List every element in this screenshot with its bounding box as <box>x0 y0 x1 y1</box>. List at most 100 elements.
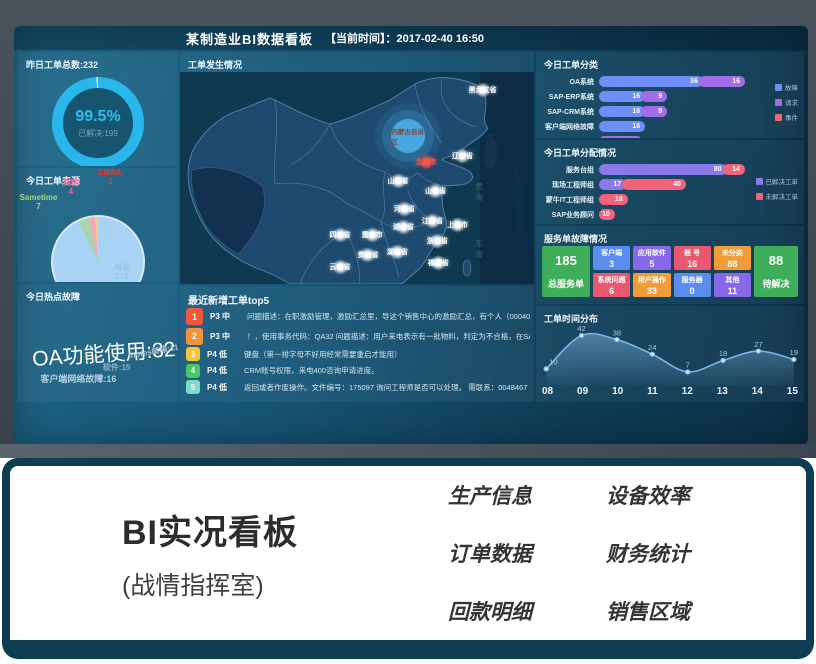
bar-track: 10 <box>599 209 615 220</box>
top5-row: 5P4 低返回或者作废操作。文件编号：175097 询问工程师是否可以处理。 需… <box>186 380 530 394</box>
legend-item: 请求 <box>775 97 798 107</box>
bar-row: 服务台组8014 <box>536 163 804 176</box>
bar-row: 客户端网络故障16 <box>536 120 804 133</box>
top5-description: 键盘（第一排字母不好用经常需要重启才能用） <box>244 349 402 360</box>
left-column: 昨日工单总数:232 99.5% 已解决:199 今日工单来源 电话172Sam… <box>18 52 178 402</box>
legend-label: 事件 <box>785 112 798 122</box>
panel-classify-title: 今日工单分类 <box>536 52 804 73</box>
menu-item-4[interactable]: 财务统计 <box>606 538 690 568</box>
time-x-tick: 14 <box>752 386 763 397</box>
menu-item-3[interactable]: 订单数据 <box>448 538 532 568</box>
monitor-scene: 某制造业BI数据看板 【当前时间】：2017-02-40 16:50 昨日工单总… <box>0 0 816 458</box>
menu-item-1[interactable]: 生产信息 <box>448 480 532 510</box>
top5-description: ！，使用事务代码：QA32 问题描述：用户来电表示有一批物料，判定为不合格，在S… <box>247 331 530 342</box>
resolved-count: 已解决:199 <box>78 128 118 139</box>
dashboard-screen: 某制造业BI数据看板 【当前时间】：2017-02-40 16:50 昨日工单总… <box>14 26 808 445</box>
bar-row: OA系统3616 <box>536 75 804 88</box>
panel-ticket-source: 今日工单来源 电话172Sametime7其他4EMAIL2 <box>18 168 178 282</box>
right-column: 今日工单分类 OA系统3616SAP-ERP系统169SAP-CRM系统169客… <box>536 52 804 402</box>
panel-yesterday-title: 昨日工单总数:232 <box>18 52 178 73</box>
svg-text:7: 7 <box>686 361 690 370</box>
fault-label: 总服务单 <box>548 277 584 290</box>
bar-segment-value: 18 <box>615 196 628 203</box>
fault-cell: 账 号16 <box>674 246 711 270</box>
svg-text:10: 10 <box>549 358 558 367</box>
assign-legend: 已解决工单未解决工单 <box>756 176 799 201</box>
time-chart-svg: 104238247182719 <box>540 324 800 385</box>
legend-item: 故障 <box>775 82 798 92</box>
china-map: 黑龙江省内蒙古自治区北京市辽宁省山西省山东省河南省江苏省上海市湖北省四川省重庆市… <box>180 72 534 284</box>
map-marker-normal: 湖北省 <box>393 222 414 232</box>
fault-number: 88 <box>769 253 783 268</box>
fault-cell: 未分类88 <box>714 246 751 270</box>
bar-row-label: 现场工程师组 <box>536 180 599 190</box>
dashboard-columns: 昨日工单总数:232 99.5% 已解决:199 今日工单来源 电话172Sam… <box>18 52 804 402</box>
dashboard-title: 某制造业BI数据看板 <box>186 29 313 48</box>
bar-row: 软件15 <box>536 135 804 138</box>
monitor-bezel <box>0 444 816 458</box>
map-marker-big: 内蒙古自治区 <box>391 119 425 153</box>
legend-label: 未解决工单 <box>766 191 799 201</box>
resolution-donut-chart: 99.5% 已解决:199 <box>52 77 144 166</box>
map-marker-label: 北京市 <box>416 157 437 167</box>
bar-segment: 16 <box>599 106 645 117</box>
legend-swatch <box>775 84 782 91</box>
map-marker-label: 上海市 <box>447 220 468 230</box>
bar-row-label: 蒙牛IT工程师组 <box>536 195 599 205</box>
bar-segment: 80 <box>599 164 727 175</box>
fault-cell-value: 11 <box>728 286 738 296</box>
menu-item-6[interactable]: 销售区域 <box>606 596 690 626</box>
menu-item-2[interactable]: 设备效率 <box>606 480 690 510</box>
classify-legend: 故障请求事件 <box>775 82 798 122</box>
map-marker-label: 四川省 <box>330 230 351 240</box>
time-x-axis: 0809101112131415 <box>540 385 800 397</box>
bar-segment: 9 <box>641 106 667 117</box>
time-x-tick: 08 <box>542 386 553 397</box>
legend-item: 事件 <box>775 112 798 122</box>
top5-priority: P3 中 <box>210 331 240 342</box>
map-marker-label: 山西省 <box>388 176 409 186</box>
bar-row: SAP-CRM系统16 9 <box>536 105 804 118</box>
top5-rank-badge: 1 <box>186 308 203 325</box>
pie-slice-label: 其他4 <box>63 179 79 197</box>
fault-cell: 服务器0 <box>674 273 711 297</box>
map-marker-normal: 湖南省 <box>387 247 408 257</box>
fault-cell-value: 6 <box>609 286 614 296</box>
bar-track: 8014 <box>599 164 745 175</box>
map-marker-normal: 贵州省 <box>357 250 378 260</box>
bar-row-label: SAP-CRM系统 <box>536 107 599 117</box>
bar-track: 169 <box>599 91 667 102</box>
fault-cell-label: 用户操作 <box>638 275 666 285</box>
fault-label: 待解决 <box>762 277 789 290</box>
legend-label: 请求 <box>785 97 798 107</box>
panel-ticket-map: 工单发生情况 <box>180 52 534 284</box>
top5-description: CRM账号权限，来电400咨询申请进度。 <box>244 365 379 376</box>
bar-row: SAP业务顾问10 <box>536 208 804 221</box>
map-marker-normal: 上海市 <box>447 220 468 230</box>
time-x-tick: 13 <box>717 386 728 397</box>
fault-cell-label: 其他 <box>725 275 739 285</box>
map-marker-label: 内蒙古自治区 <box>391 126 425 146</box>
bar-segment: 10 <box>599 209 615 220</box>
bar-segment-value: 9 <box>658 108 667 115</box>
fault-number: 185 <box>555 253 577 268</box>
top5-rank-badge: 4 <box>186 364 200 378</box>
legend-item: 未解决工单 <box>756 191 799 201</box>
bar-track: 15 <box>599 136 642 138</box>
bar-segment-value: 10 <box>602 211 615 218</box>
bar-segment: 36 <box>599 76 703 87</box>
bar-segment: 14 <box>723 164 745 175</box>
legend-swatch <box>775 114 782 121</box>
bar-row-label: 服务台组 <box>536 165 599 175</box>
panel-service-faults: 服务单故障情况 185总服务单客户端3应用软件5账 号16未分类88系统问题6用… <box>536 226 804 304</box>
bar-segment: 15 <box>599 136 642 138</box>
bar-segment-value: 40 <box>673 181 686 188</box>
time-x-tick: 12 <box>682 386 693 397</box>
bar-track: 1740 <box>599 179 686 190</box>
fault-cell: 系统问题6 <box>593 273 630 297</box>
menu-item-5[interactable]: 回款明细 <box>448 596 532 626</box>
fault-cell-label: 未分类 <box>722 248 743 258</box>
bar-row: SAP关键用户5 <box>536 223 804 224</box>
pie-slice-label: 电话172 <box>114 264 130 282</box>
time-x-tick: 15 <box>787 386 798 397</box>
